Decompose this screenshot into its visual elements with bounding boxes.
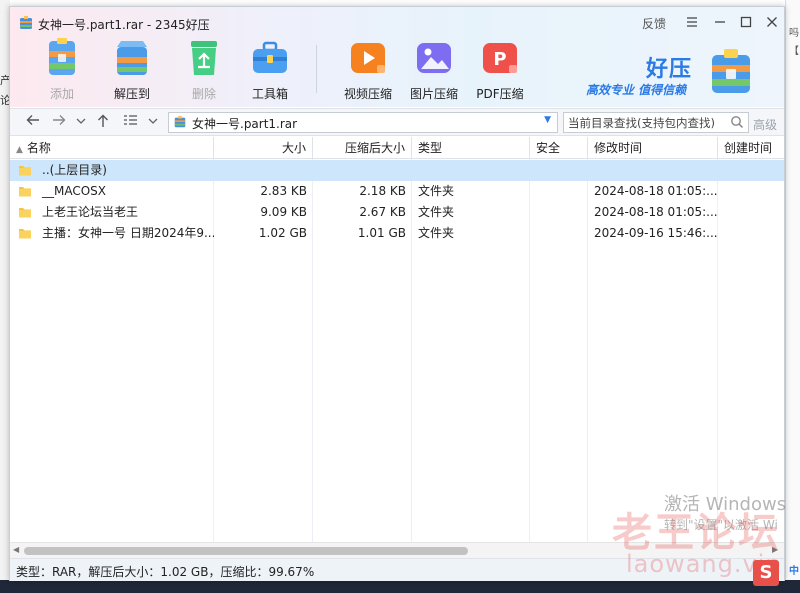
toolbox-button[interactable]: 工具箱 <box>240 37 300 103</box>
watermark-badge-icon: S <box>753 560 779 586</box>
menu-icon[interactable] <box>680 12 704 32</box>
feedback-link[interactable]: 反馈 <box>642 15 666 32</box>
image-icon <box>417 43 451 73</box>
sort-up-icon: ▲ <box>16 145 23 155</box>
search-field[interactable] <box>563 112 749 133</box>
row-packed-size: 2.18 KB <box>359 184 406 198</box>
scroll-left-icon[interactable]: ◀ <box>13 545 19 554</box>
row-size: 2.83 KB <box>260 184 307 198</box>
advanced-search-button[interactable]: 高级 <box>753 116 777 133</box>
brand-name: 好压 <box>646 57 693 82</box>
row-name: ..(上层目录) <box>42 163 107 177</box>
image-compress-button[interactable]: 图片压缩 <box>404 37 464 103</box>
status-text: 类型：RAR，解压后大小：1.02 GB，压缩比：99.67% <box>16 565 315 579</box>
row-modified: 2024-09-16 15:46:... <box>594 226 718 240</box>
column-size[interactable]: 大小 <box>214 137 313 159</box>
extract-button[interactable]: 解压到 <box>102 37 162 103</box>
add-button[interactable]: 添加 <box>32 37 92 103</box>
row-packed-size: 1.01 GB <box>357 226 406 240</box>
pdf-compress-label: PDF压缩 <box>476 87 524 101</box>
row-name: 主播：女神一号 日期2024年9... <box>42 226 214 240</box>
row-name: 上老王论坛当老王 <box>42 205 139 219</box>
column-modified[interactable]: 修改时间 <box>588 137 718 159</box>
extract-label: 解压到 <box>113 87 150 101</box>
folder-icon <box>19 187 31 197</box>
background-text: 中 <box>789 566 799 577</box>
table-row[interactable]: 上老王论坛当老王 9.09 KB 2.67 KB 文件夹 2024-08-18 … <box>10 202 784 223</box>
column-header: ▲ 名称 大小 压缩后大小 类型 安全 修改时间 创建时间 <box>10 137 784 159</box>
path-field[interactable]: 女神一号.part1.rar ▼ <box>168 112 558 133</box>
forward-arrow-icon[interactable] <box>50 114 68 130</box>
brand-slogan: 高效专业 值得信赖 <box>586 83 687 97</box>
table-row[interactable]: 主播：女神一号 日期2024年9... 1.02 GB 1.01 GB 文件夹 … <box>10 223 784 244</box>
pdf-compress-button[interactable]: P PDF压缩 <box>470 37 530 103</box>
folder-icon <box>19 166 31 176</box>
folder-icon <box>19 229 31 239</box>
row-modified: 2024-08-18 01:05:... <box>594 205 718 219</box>
background-text: 【系 <box>789 46 800 57</box>
view-mode-icon[interactable] <box>122 114 140 130</box>
file-list: ▲ 名称 大小 压缩后大小 类型 安全 修改时间 创建时间 ..(上层目录) __… <box>10 137 784 542</box>
delete-button[interactable]: 删除 <box>174 37 234 103</box>
toolbox-icon <box>253 41 287 73</box>
column-type[interactable]: 类型 <box>412 137 530 159</box>
extract-icon <box>117 41 147 75</box>
image-compress-label: 图片压缩 <box>409 87 458 101</box>
delete-label: 删除 <box>191 87 216 101</box>
address-bar: 女神一号.part1.rar ▼ 高级 <box>10 108 784 136</box>
background-right-window: 吗 【系 中 <box>785 0 800 593</box>
close-icon[interactable] <box>760 12 784 32</box>
row-type: 文件夹 <box>418 184 455 198</box>
header: 女神一号.part1.rar - 2345好压 反馈 添加 解压到 删除 工具箱… <box>10 7 784 107</box>
svg-text:P: P <box>493 49 506 70</box>
path-dropdown-icon[interactable]: ▼ <box>544 115 551 125</box>
pdf-icon: P <box>483 43 517 73</box>
column-packed-size[interactable]: 压缩后大小 <box>313 137 412 159</box>
row-type: 文件夹 <box>418 226 455 240</box>
row-packed-size: 2.67 KB <box>359 205 406 219</box>
search-icon[interactable] <box>730 115 744 129</box>
add-label: 添加 <box>49 87 74 101</box>
video-compress-button[interactable]: 视频压缩 <box>338 37 398 103</box>
scrollbar-thumb[interactable] <box>24 547 468 555</box>
video-compress-label: 视频压缩 <box>343 87 392 101</box>
recycle-bin-icon <box>191 41 217 75</box>
add-archive-icon <box>49 38 75 75</box>
column-created[interactable]: 创建时间 <box>718 137 784 159</box>
maximize-icon[interactable] <box>734 12 758 32</box>
window-title: 女神一号.part1.rar - 2345好压 <box>38 18 210 32</box>
column-name[interactable]: ▲ 名称 <box>10 137 214 159</box>
brand-logo-icon <box>712 49 750 93</box>
view-chevron-icon[interactable] <box>144 114 162 130</box>
row-name: __MACOSX <box>42 184 107 198</box>
up-arrow-icon[interactable] <box>94 114 112 130</box>
activate-windows-subtitle: 转到"设置"以激活 Wi <box>664 518 778 532</box>
table-row[interactable]: __MACOSX 2.83 KB 2.18 KB 文件夹 2024-08-18 … <box>10 181 784 202</box>
table-row-parent-dir[interactable]: ..(上层目录) <box>10 160 784 181</box>
search-input[interactable] <box>564 113 722 132</box>
archive-icon <box>174 115 186 128</box>
taskbar <box>0 580 800 593</box>
path-text: 女神一号.part1.rar <box>192 117 298 131</box>
row-modified: 2024-08-18 01:05:... <box>594 184 718 198</box>
toolbar-separator <box>316 45 317 93</box>
toolbox-label: 工具箱 <box>251 87 288 101</box>
activate-windows-title: 激活 Windows <box>664 494 787 515</box>
app-icon <box>20 16 32 29</box>
row-type: 文件夹 <box>418 205 455 219</box>
row-size: 1.02 GB <box>258 226 307 240</box>
background-text: 吗 <box>789 28 799 39</box>
folder-icon <box>19 208 31 218</box>
back-arrow-icon[interactable] <box>24 114 42 130</box>
recent-chevron-icon[interactable] <box>72 114 90 130</box>
column-security[interactable]: 安全 <box>530 137 588 159</box>
minimize-icon[interactable] <box>708 12 732 32</box>
row-size: 9.09 KB <box>260 205 307 219</box>
video-icon <box>351 43 385 73</box>
